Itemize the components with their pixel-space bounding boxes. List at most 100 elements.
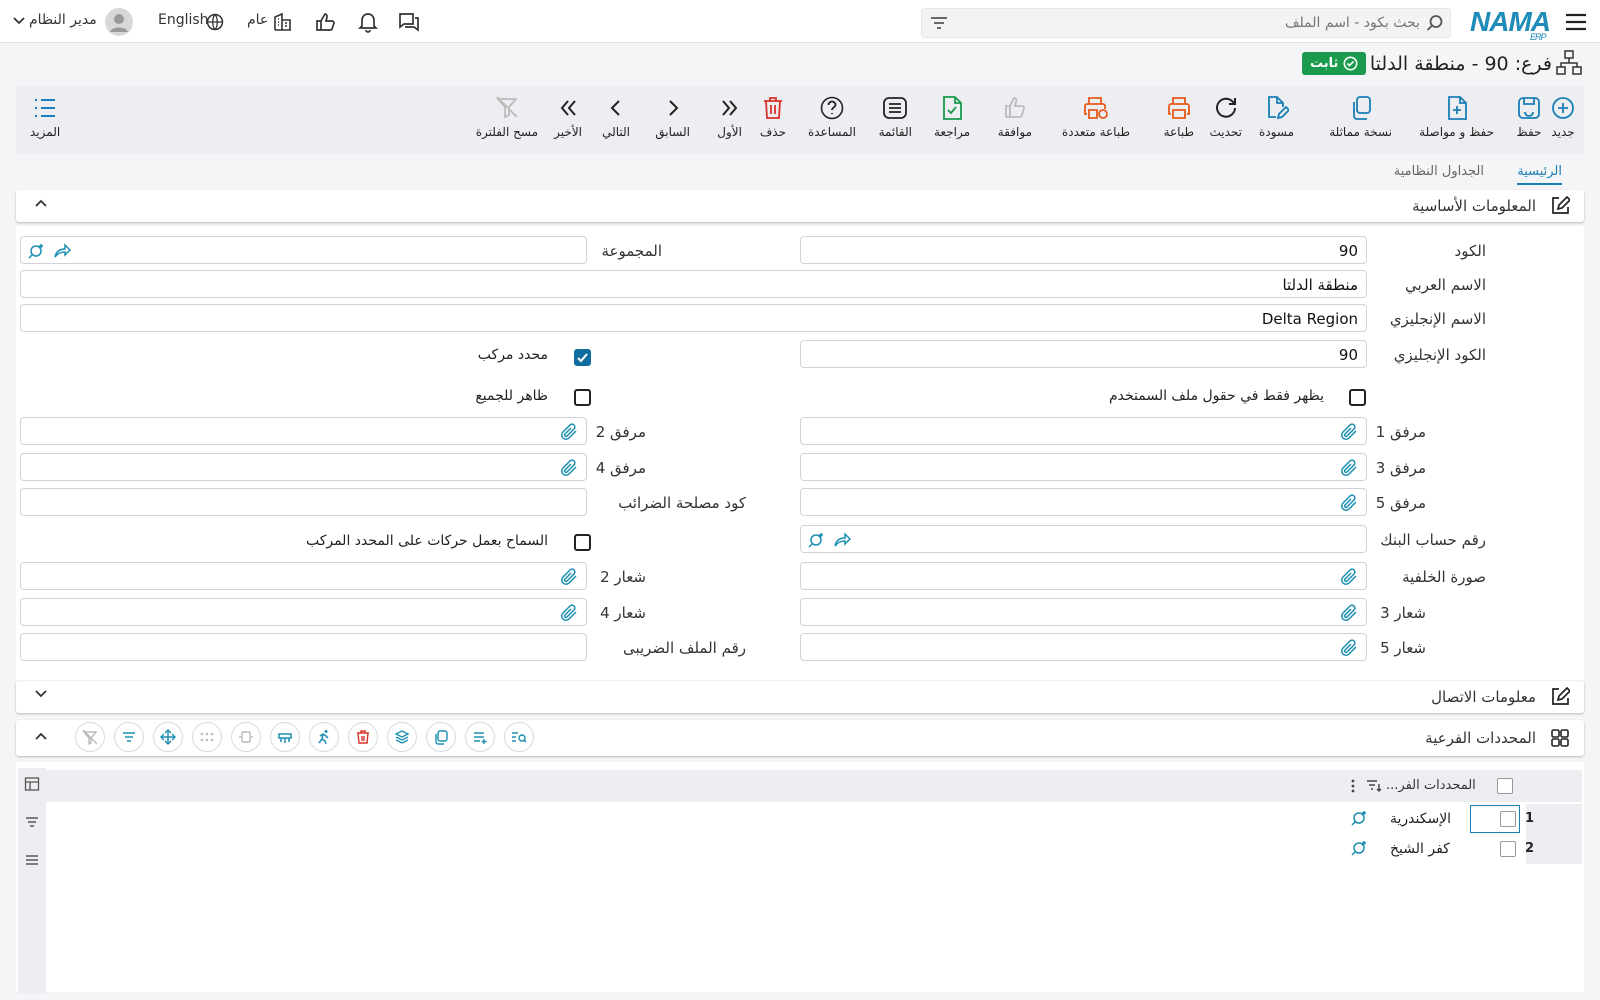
search-plus-icon[interactable] (1350, 809, 1368, 827)
fit-columns-tool[interactable] (231, 722, 261, 752)
paperclip-icon[interactable] (560, 423, 580, 441)
delete-button[interactable]: حذف (760, 94, 786, 139)
move-tool[interactable] (153, 722, 183, 752)
arabic-name-field[interactable]: منطقة الدلتا (20, 270, 1367, 298)
delete-row-tool[interactable] (348, 722, 378, 752)
filter-icon[interactable] (24, 814, 40, 830)
hamburger-menu-icon[interactable] (1565, 12, 1587, 32)
search-input[interactable] (980, 9, 1420, 37)
table-row[interactable]: 2 كفر الشيخ (1342, 834, 1582, 864)
search-icon[interactable] (1426, 14, 1444, 32)
chevron-up-icon[interactable] (34, 731, 48, 741)
clear-filter-button[interactable]: مسح الفلترة (476, 94, 538, 139)
row-checkbox[interactable] (1500, 811, 1516, 827)
tax-file-number-field[interactable] (20, 633, 587, 661)
print-button[interactable]: طباعة (1164, 94, 1194, 139)
save-button[interactable]: حفظ (1516, 94, 1542, 139)
duplicate-button[interactable]: نسخة مماثلة (1329, 94, 1392, 139)
english-code-field[interactable]: 90 (800, 340, 1367, 368)
copy-row-tool[interactable] (426, 722, 456, 752)
last-button[interactable]: الأخير (554, 94, 582, 139)
logo-5-field[interactable] (800, 633, 1367, 661)
approve-button[interactable]: موافقة (998, 94, 1032, 139)
attachment-3-field[interactable] (800, 453, 1367, 481)
paperclip-icon[interactable] (1340, 459, 1360, 477)
attachment-1-field[interactable] (800, 417, 1367, 445)
app-logo[interactable]: NAMA ERP (1470, 6, 1551, 42)
tab-main[interactable]: الرئيسية (1517, 164, 1562, 185)
english-name-field[interactable]: Delta Region (20, 304, 1367, 332)
contact-info-section-header[interactable]: معلومات الاتصال (16, 681, 1584, 713)
paperclip-icon[interactable] (1340, 423, 1360, 441)
column-header-sub-dimensions[interactable]: المحددات الفر... (1386, 778, 1476, 793)
user-avatar[interactable] (105, 8, 133, 36)
next-button[interactable]: التالي (602, 94, 630, 139)
code-field[interactable]: 90 (800, 236, 1367, 264)
share-arrow-icon[interactable] (833, 531, 851, 549)
paperclip-icon[interactable] (1340, 639, 1360, 657)
chevron-up-icon[interactable] (34, 198, 48, 208)
new-button[interactable]: جديد (1550, 94, 1576, 139)
list-button[interactable]: القائمة (879, 94, 912, 139)
bell-icon[interactable] (357, 11, 379, 33)
table-row[interactable]: 1 الإسكندرية (1342, 804, 1582, 834)
user-name[interactable]: مدير النظام (29, 12, 97, 28)
search-plus-icon[interactable] (1350, 839, 1368, 857)
paperclip-icon[interactable] (1340, 568, 1360, 586)
refresh-button[interactable]: تحديث (1209, 94, 1242, 139)
paperclip-icon[interactable] (560, 459, 580, 477)
save-continue-button[interactable]: حفظ و مواصلة (1419, 94, 1494, 139)
branch-label[interactable]: عام (247, 12, 268, 28)
logo-3-field[interactable] (800, 598, 1367, 626)
group-field[interactable] (20, 236, 587, 264)
user-file-only-checkbox[interactable] (1349, 389, 1366, 406)
logo-2-field[interactable] (20, 562, 587, 590)
language-switch[interactable]: English (158, 12, 209, 28)
help-button[interactable]: المساعدة (808, 94, 856, 139)
allow-composite-transactions-checkbox[interactable] (574, 534, 591, 551)
bank-account-field[interactable] (800, 525, 1367, 553)
share-arrow-icon[interactable] (53, 242, 71, 260)
paperclip-icon[interactable] (560, 604, 580, 622)
menu-lines-icon[interactable] (24, 852, 40, 868)
review-button[interactable]: مراجعة (934, 94, 970, 139)
layers-tool[interactable] (387, 722, 417, 752)
logo-4-field[interactable] (20, 598, 587, 626)
branch-building-icon[interactable] (273, 12, 293, 32)
chat-icon[interactable] (397, 11, 421, 33)
filter-tool[interactable] (114, 722, 144, 752)
globe-icon[interactable] (206, 13, 224, 31)
row-checkbox[interactable] (1500, 841, 1516, 857)
add-row-tool[interactable] (465, 722, 495, 752)
thumbs-up-icon[interactable] (314, 11, 336, 33)
search-plus-icon[interactable] (27, 242, 45, 260)
filter-icon[interactable] (930, 15, 948, 31)
background-image-field[interactable] (800, 562, 1367, 590)
attachment-5-field[interactable] (800, 488, 1367, 516)
first-button[interactable]: الأول (717, 94, 742, 139)
search-plus-icon[interactable] (807, 531, 825, 549)
visible-to-all-checkbox[interactable] (574, 389, 591, 406)
clear-filter-tool[interactable] (75, 722, 105, 752)
table-settings-tool[interactable] (270, 722, 300, 752)
table-columns-icon[interactable] (24, 776, 40, 792)
basic-info-section-header[interactable]: المعلومات الأساسية (16, 190, 1584, 222)
select-all-checkbox[interactable] (1497, 778, 1513, 794)
paperclip-icon[interactable] (1340, 494, 1360, 512)
chevron-down-icon[interactable] (34, 689, 48, 699)
paperclip-icon[interactable] (560, 568, 580, 586)
search-rows-tool[interactable] (504, 722, 534, 752)
more-button[interactable]: المزيد (30, 94, 60, 139)
run-tool[interactable] (309, 722, 339, 752)
attachment-4-field[interactable] (20, 453, 587, 481)
tax-authority-code-field[interactable] (20, 488, 587, 516)
column-filter-icon[interactable] (1366, 779, 1382, 793)
dots-grid-tool[interactable] (192, 722, 222, 752)
chevron-down-icon[interactable] (12, 16, 26, 26)
draft-button[interactable]: مسودة (1259, 94, 1294, 139)
tab-system-tables[interactable]: الجداول النظامية (1394, 164, 1484, 179)
paperclip-icon[interactable] (1340, 604, 1360, 622)
multi-print-button[interactable]: طباعة متعددة (1062, 94, 1130, 139)
column-menu-icon[interactable] (1350, 778, 1356, 794)
previous-button[interactable]: السابق (655, 94, 690, 139)
